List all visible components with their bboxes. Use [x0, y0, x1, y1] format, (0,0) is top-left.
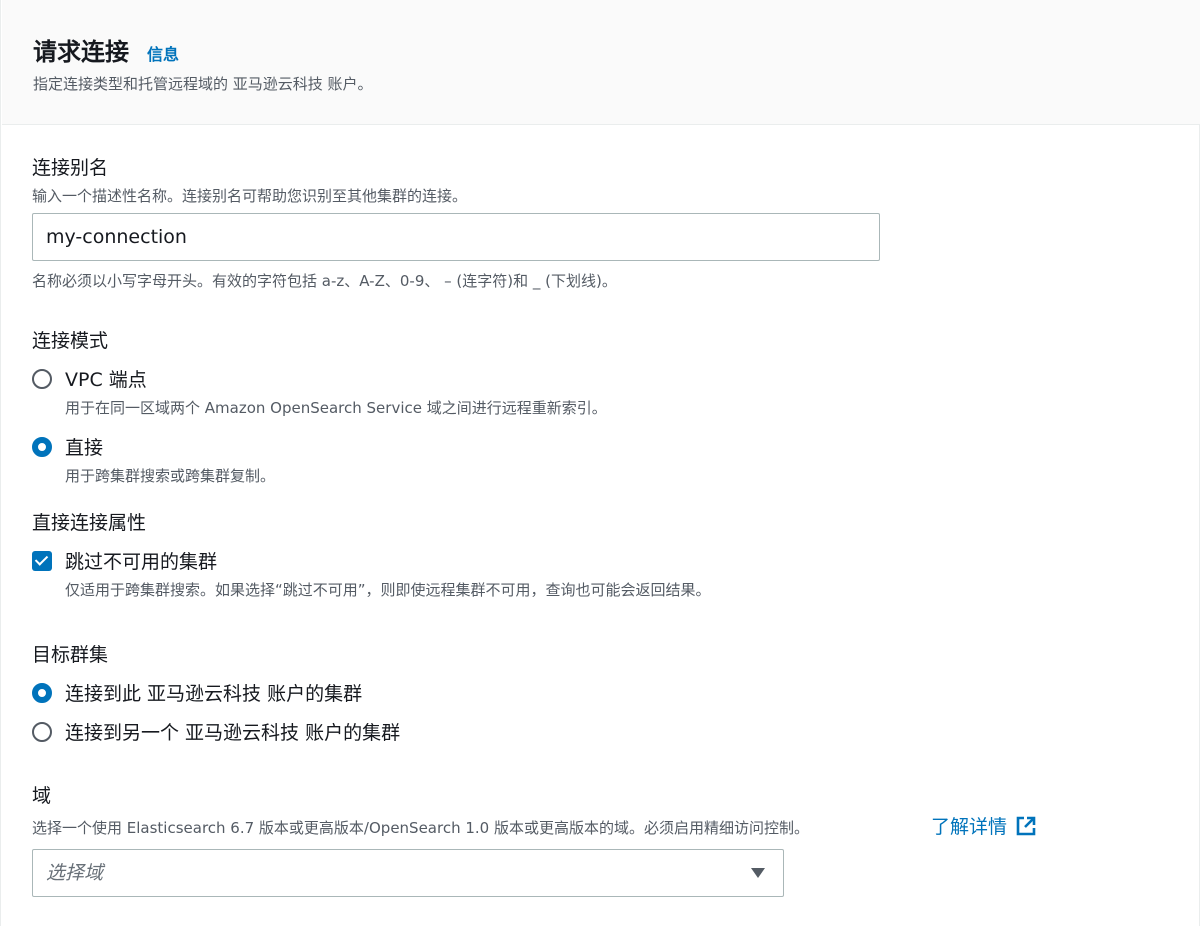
domain-select[interactable]: 选择域	[32, 849, 784, 897]
direct-props-label: 直接连接属性	[32, 512, 147, 534]
header-description: 指定连接类型和托管远程域的 亚马逊云科技 账户。	[33, 75, 373, 93]
radio-button[interactable]	[32, 682, 52, 703]
radio-label: 直接	[65, 437, 104, 459]
request-connection-panel: 请求连接 信息 指定连接类型和托管远程域的 亚马逊云科技 账户。 连接别名 输入…	[0, 0, 1200, 926]
alias-input[interactable]: my-connection	[32, 213, 880, 261]
domain-description: 选择一个使用 Elasticsearch 6.7 版本或更高版本/OpenSea…	[32, 819, 809, 837]
select-placeholder: 选择域	[46, 862, 104, 884]
page-title: 请求连接	[33, 38, 129, 66]
radio-label: VPC 端点	[65, 369, 147, 391]
checkbox-description: 仅适用于跨集群搜索。如果选择“跳过不可用”，则即使远程集群不可用，查询也可能会返…	[65, 581, 711, 599]
target-label: 目标群集	[32, 644, 109, 666]
mode-label: 连接模式	[32, 330, 109, 352]
radio-button[interactable]	[32, 721, 52, 742]
radio-button[interactable]	[32, 436, 52, 457]
learn-more-link[interactable]: 了解详情	[931, 812, 1037, 839]
panel-header: 请求连接 信息 指定连接类型和托管远程域的 亚马逊云科技 账户。	[2, 0, 1200, 125]
radio-other-account[interactable]: 连接到另一个 亚马逊云科技 账户的集群	[32, 718, 400, 745]
title-row: 请求连接 信息	[33, 32, 179, 67]
skip-unavailable-checkbox[interactable]	[32, 550, 52, 571]
learn-more-label: 了解详情	[931, 816, 1008, 838]
radio-label: 连接到此 亚马逊云科技 账户的集群	[65, 683, 363, 705]
radio-label: 连接到另一个 亚马逊云科技 账户的集群	[65, 722, 401, 744]
domain-label: 域	[32, 785, 52, 807]
radio-button[interactable]	[32, 368, 52, 389]
radio-direct[interactable]: 直接	[32, 433, 103, 460]
alias-constraint: 名称必须以小写字母开头。有效的字符包括 a-z、A-Z、0-9、 – (连字符)…	[32, 272, 617, 290]
radio-description: 用于跨集群搜索或跨集群复制。	[65, 467, 276, 485]
caret-down-icon	[751, 868, 765, 878]
external-link-icon	[1016, 816, 1036, 835]
alias-label: 连接别名	[32, 157, 109, 179]
radio-same-account[interactable]: 连接到此 亚马逊云科技 账户的集群	[32, 679, 362, 706]
skip-unavailable-checkbox-row[interactable]: 跳过不可用的集群	[32, 547, 217, 574]
alias-description: 输入一个描述性名称。连接别名可帮助您识别至其他集群的连接。	[32, 187, 468, 205]
radio-description: 用于在同一区域两个 Amazon OpenSearch Service 域之间进…	[65, 399, 607, 417]
radio-vpc-endpoint[interactable]: VPC 端点	[32, 365, 147, 392]
info-link[interactable]: 信息	[147, 41, 179, 65]
checkbox-label: 跳过不可用的集群	[65, 551, 218, 573]
